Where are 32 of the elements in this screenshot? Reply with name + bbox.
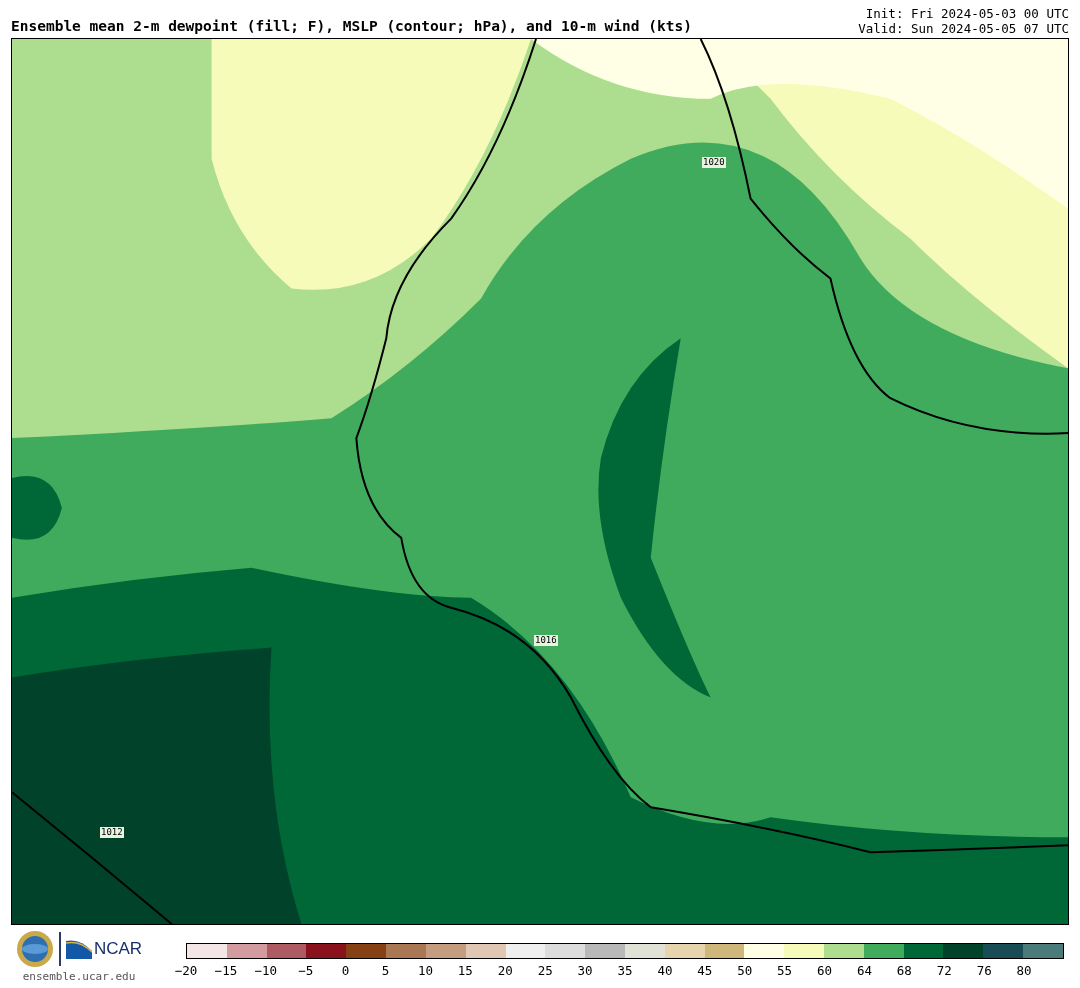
tick-label: −15 <box>214 963 238 978</box>
tick-label: 64 <box>856 963 872 978</box>
tick-label: −5 <box>298 963 314 978</box>
tick-label: 5 <box>381 963 390 978</box>
tick-label: 50 <box>737 963 753 978</box>
tick-label: −10 <box>254 963 278 978</box>
tick-label: −20 <box>174 963 198 978</box>
tick-label: 60 <box>817 963 833 978</box>
globe-seal-icon <box>15 930 54 968</box>
tick-label: 25 <box>537 963 553 978</box>
tick-label: 20 <box>497 963 513 978</box>
tick-label: 15 <box>457 963 473 978</box>
contour-label: 1012 <box>100 827 124 838</box>
valid-time: Valid: Sun 2024-05-05 07 UTC <box>858 21 1069 36</box>
tick-label: 68 <box>896 963 912 978</box>
tick-label: 76 <box>976 963 992 978</box>
tick-label: 30 <box>577 963 593 978</box>
tick-label: 55 <box>777 963 793 978</box>
tick-label: 40 <box>657 963 673 978</box>
init-time: Init: Fri 2024-05-03 00 UTC <box>865 6 1069 21</box>
swoosh-logo-icon <box>65 939 92 959</box>
chart-title: Ensemble mean 2-m dewpoint (fill; F), MSLP (contour; hPa), and 10-m wind (kts) <box>11 18 692 36</box>
tick-label: 0 <box>341 963 350 978</box>
tick-label: 72 <box>936 963 952 978</box>
website-url: ensemble.ucar.edu <box>22 970 136 983</box>
tick-label: 80 <box>1016 963 1032 978</box>
contour-label: 1016 <box>534 635 558 646</box>
contour-label: 1020 <box>702 157 726 168</box>
logo-text: NCAR <box>93 939 143 959</box>
tick-label: 45 <box>697 963 713 978</box>
tick-label: 10 <box>417 963 433 978</box>
tick-label: 35 <box>617 963 633 978</box>
